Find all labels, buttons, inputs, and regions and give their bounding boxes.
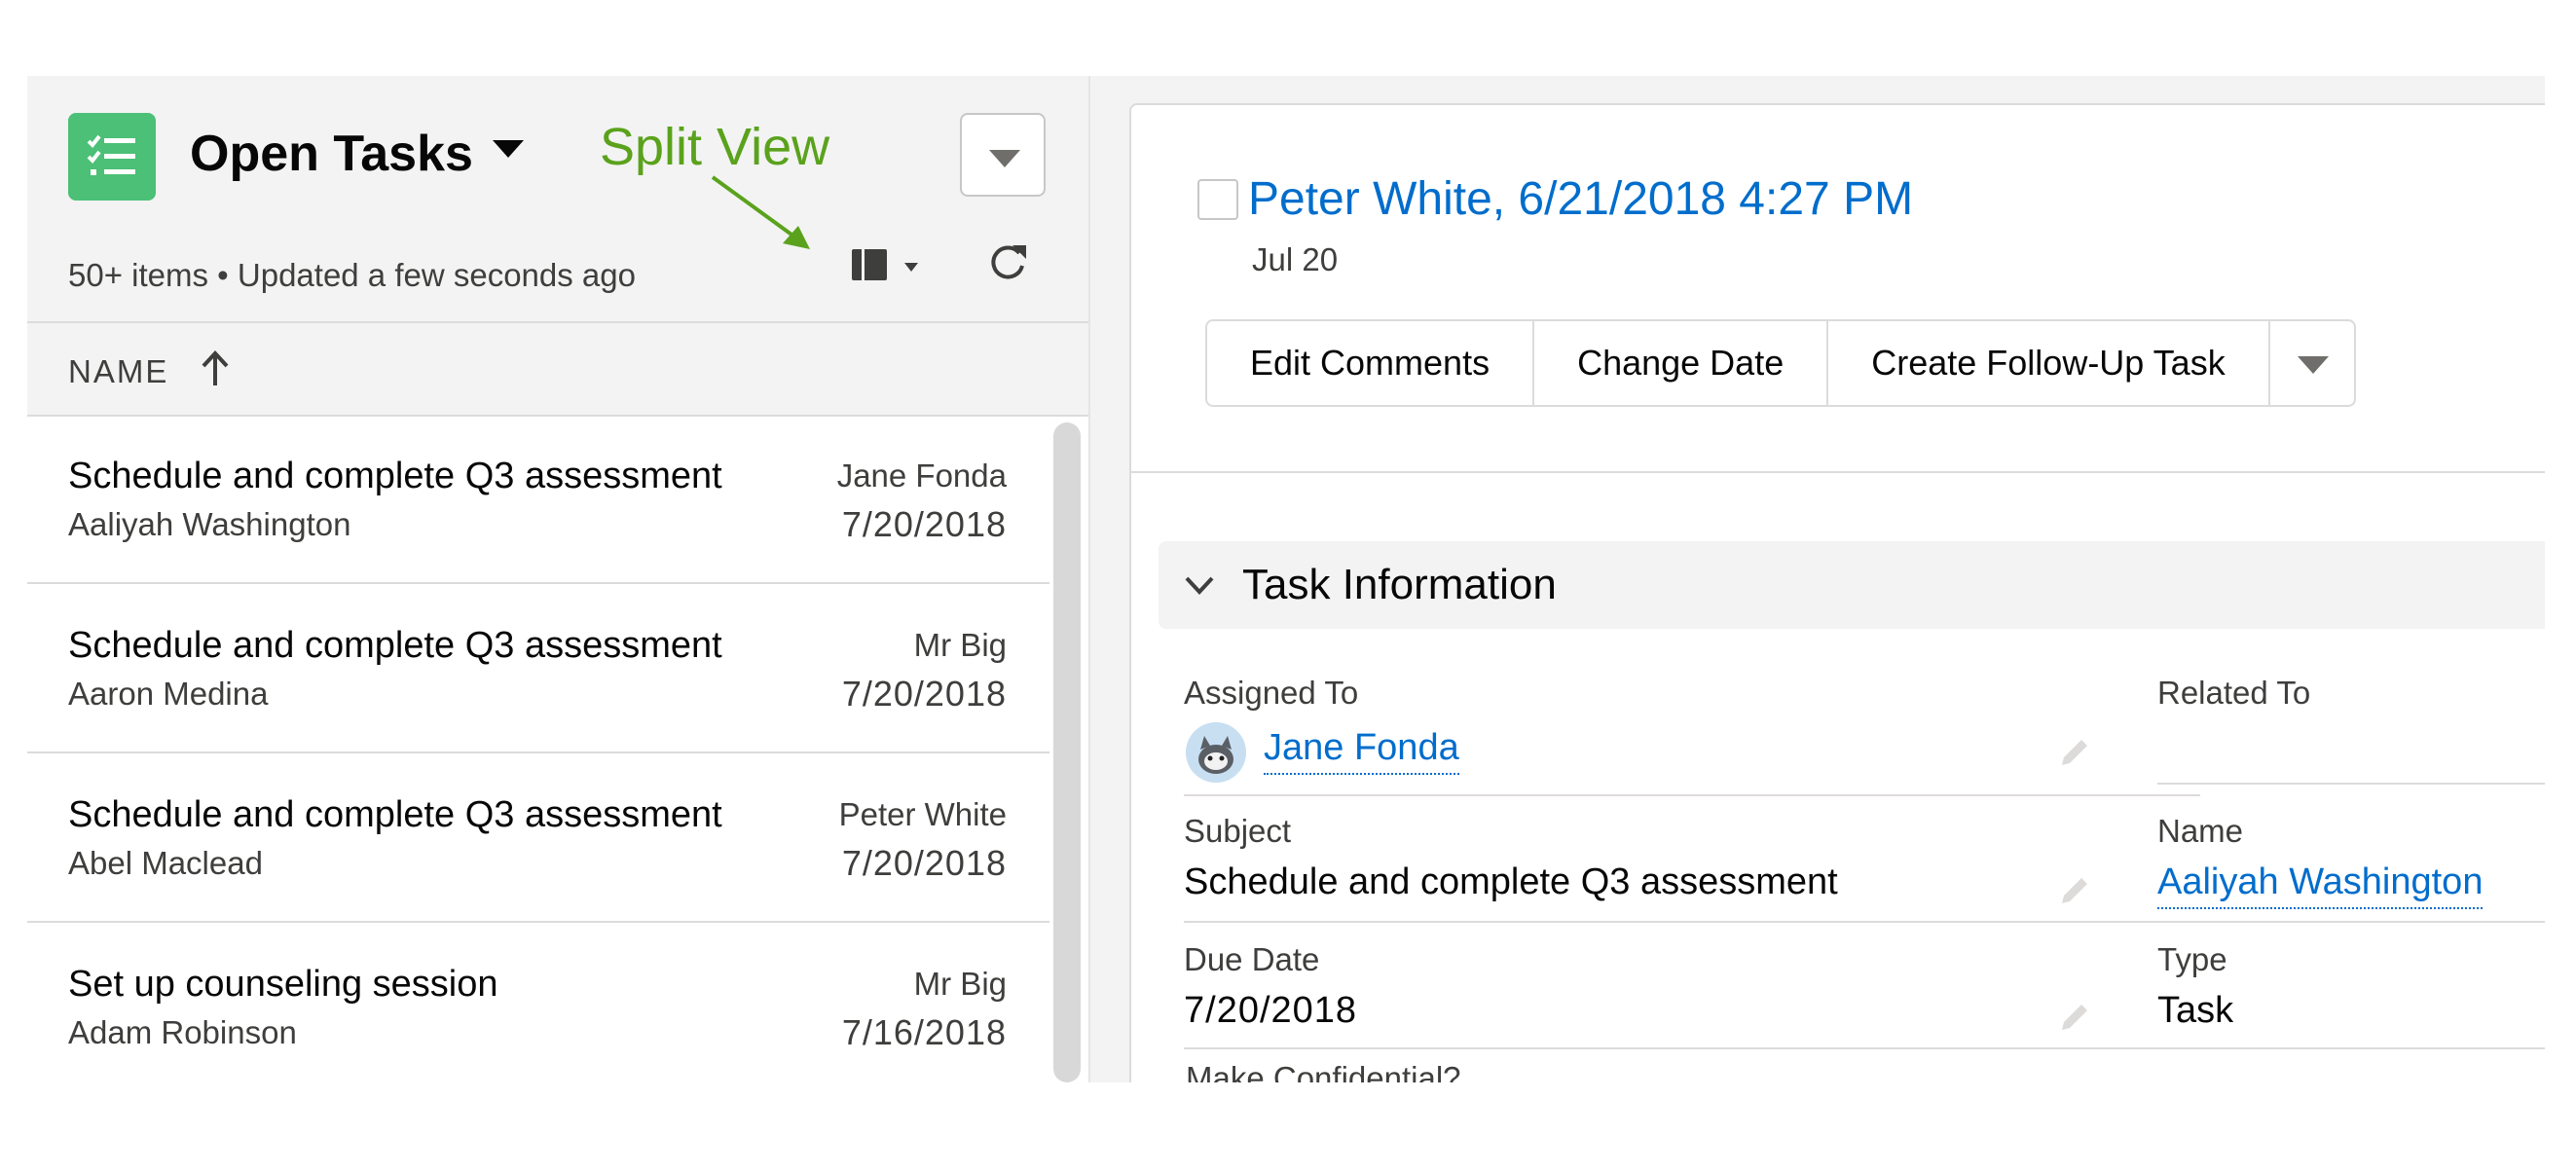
change-date-button[interactable]: Change Date [1534, 321, 1829, 405]
split-view-icon [852, 249, 887, 280]
chevron-down-icon [1185, 576, 1214, 595]
task-information-section-header[interactable]: Task Information [1159, 541, 2545, 629]
task-complete-checkbox[interactable] [1197, 179, 1238, 220]
make-confidential-label: Make Confidential? [1186, 1060, 1461, 1082]
edit-comments-button[interactable]: Edit Comments [1207, 321, 1535, 405]
name-label: Name [2157, 813, 2244, 849]
list-item-subject: Schedule and complete Q3 assessment [68, 456, 722, 496]
subject-value: Schedule and complete Q3 assessment [1184, 861, 1838, 902]
list-item-date: 7/20/2018 [841, 504, 1007, 544]
type-underline [2157, 1047, 2545, 1049]
list-item-date: 7/16/2018 [841, 1012, 1007, 1052]
create-follow-up-task-button[interactable]: Create Follow-Up Task [1828, 321, 2270, 405]
card-divider [1131, 471, 2545, 473]
list-item-subject: Schedule and complete Q3 assessment [68, 794, 722, 835]
annotation-arrow-icon [711, 175, 810, 249]
list-header: Open Tasks Split View 50+ items • Update… [27, 76, 1090, 323]
assigned-to-underline [1184, 794, 2200, 796]
list-title[interactable]: Open Tasks [190, 119, 473, 189]
list-view-panel: Open Tasks Split View 50+ items • Update… [27, 76, 1090, 1082]
task-detail-card: Peter White, 6/21/2018 4:27 PM Jul 20 Ed… [1129, 103, 2545, 1082]
split-view-annotation: Split View [600, 118, 830, 176]
pencil-icon[interactable] [2054, 999, 2093, 1038]
list-item[interactable]: Set up counseling session Adam Robinson … [27, 925, 1049, 1082]
list-item-date: 7/20/2018 [841, 843, 1007, 883]
chevron-down-icon [2297, 356, 2329, 374]
user-avatar-icon [1186, 722, 1246, 783]
task-list: Schedule and complete Q3 assessment Aali… [27, 417, 1049, 1082]
assigned-to-link[interactable]: Jane Fonda [1264, 722, 1459, 775]
due-date-value: 7/20/2018 [1184, 990, 1358, 1031]
column-header: NAME [27, 323, 1090, 417]
refresh-icon[interactable] [979, 234, 1036, 290]
related-to-underline [2157, 783, 2545, 785]
list-switcher-chevron-down-icon[interactable] [493, 140, 524, 158]
subject-underline [1184, 921, 2200, 923]
list-item-assignee: Peter White [838, 796, 1007, 832]
list-settings-button[interactable] [960, 113, 1046, 197]
list-item[interactable]: Schedule and complete Q3 assessment Aaro… [27, 586, 1049, 753]
pencil-icon[interactable] [2054, 734, 2093, 773]
task-due-subtitle: Jul 20 [1252, 241, 1339, 277]
list-item-subject: Set up counseling session [68, 964, 498, 1005]
list-item[interactable]: Schedule and complete Q3 assessment Aali… [27, 417, 1049, 584]
list-item-assignee: Mr Big [913, 627, 1007, 663]
chevron-down-icon [989, 150, 1020, 167]
task-title-link[interactable]: Peter White, 6/21/2018 4:27 PM [1248, 167, 1913, 232]
pencil-icon[interactable] [2054, 872, 2093, 911]
type-value: Task [2157, 990, 2234, 1031]
list-meta-text: 50+ items • Updated a few seconds ago [68, 257, 636, 293]
due-date-label: Due Date [1184, 941, 1320, 977]
subject-label: Subject [1184, 813, 1292, 849]
list-item[interactable]: Schedule and complete Q3 assessment Abel… [27, 755, 1049, 923]
assigned-to-label: Assigned To [1184, 675, 1359, 711]
arrow-up-icon[interactable] [201, 348, 230, 387]
type-label: Type [2157, 941, 2227, 977]
list-item-contact: Aaliyah Washington [68, 506, 351, 542]
name-underline [2157, 921, 2545, 923]
list-scrollbar[interactable] [1053, 422, 1081, 1082]
list-item-contact: Aaron Medina [68, 676, 269, 712]
list-item-assignee: Mr Big [913, 966, 1007, 1002]
section-title: Task Information [1242, 561, 1557, 608]
list-item-date: 7/20/2018 [841, 674, 1007, 714]
task-list-icon [68, 113, 156, 201]
action-button-group: Edit Comments Change Date Create Follow-… [1205, 319, 2356, 407]
more-actions-button[interactable] [2270, 321, 2354, 405]
list-item-contact: Abel Maclead [68, 845, 263, 881]
list-item-contact: Adam Robinson [68, 1014, 297, 1050]
due-date-underline [1184, 1047, 2200, 1049]
list-item-subject: Schedule and complete Q3 assessment [68, 625, 722, 666]
related-to-label: Related To [2157, 675, 2311, 711]
list-item-assignee: Jane Fonda [836, 458, 1007, 494]
split-view-toggle-button[interactable] [850, 239, 924, 294]
column-header-name[interactable]: NAME [68, 350, 168, 393]
name-link[interactable]: Aaliyah Washington [2157, 857, 2484, 909]
chevron-down-icon [904, 263, 918, 272]
